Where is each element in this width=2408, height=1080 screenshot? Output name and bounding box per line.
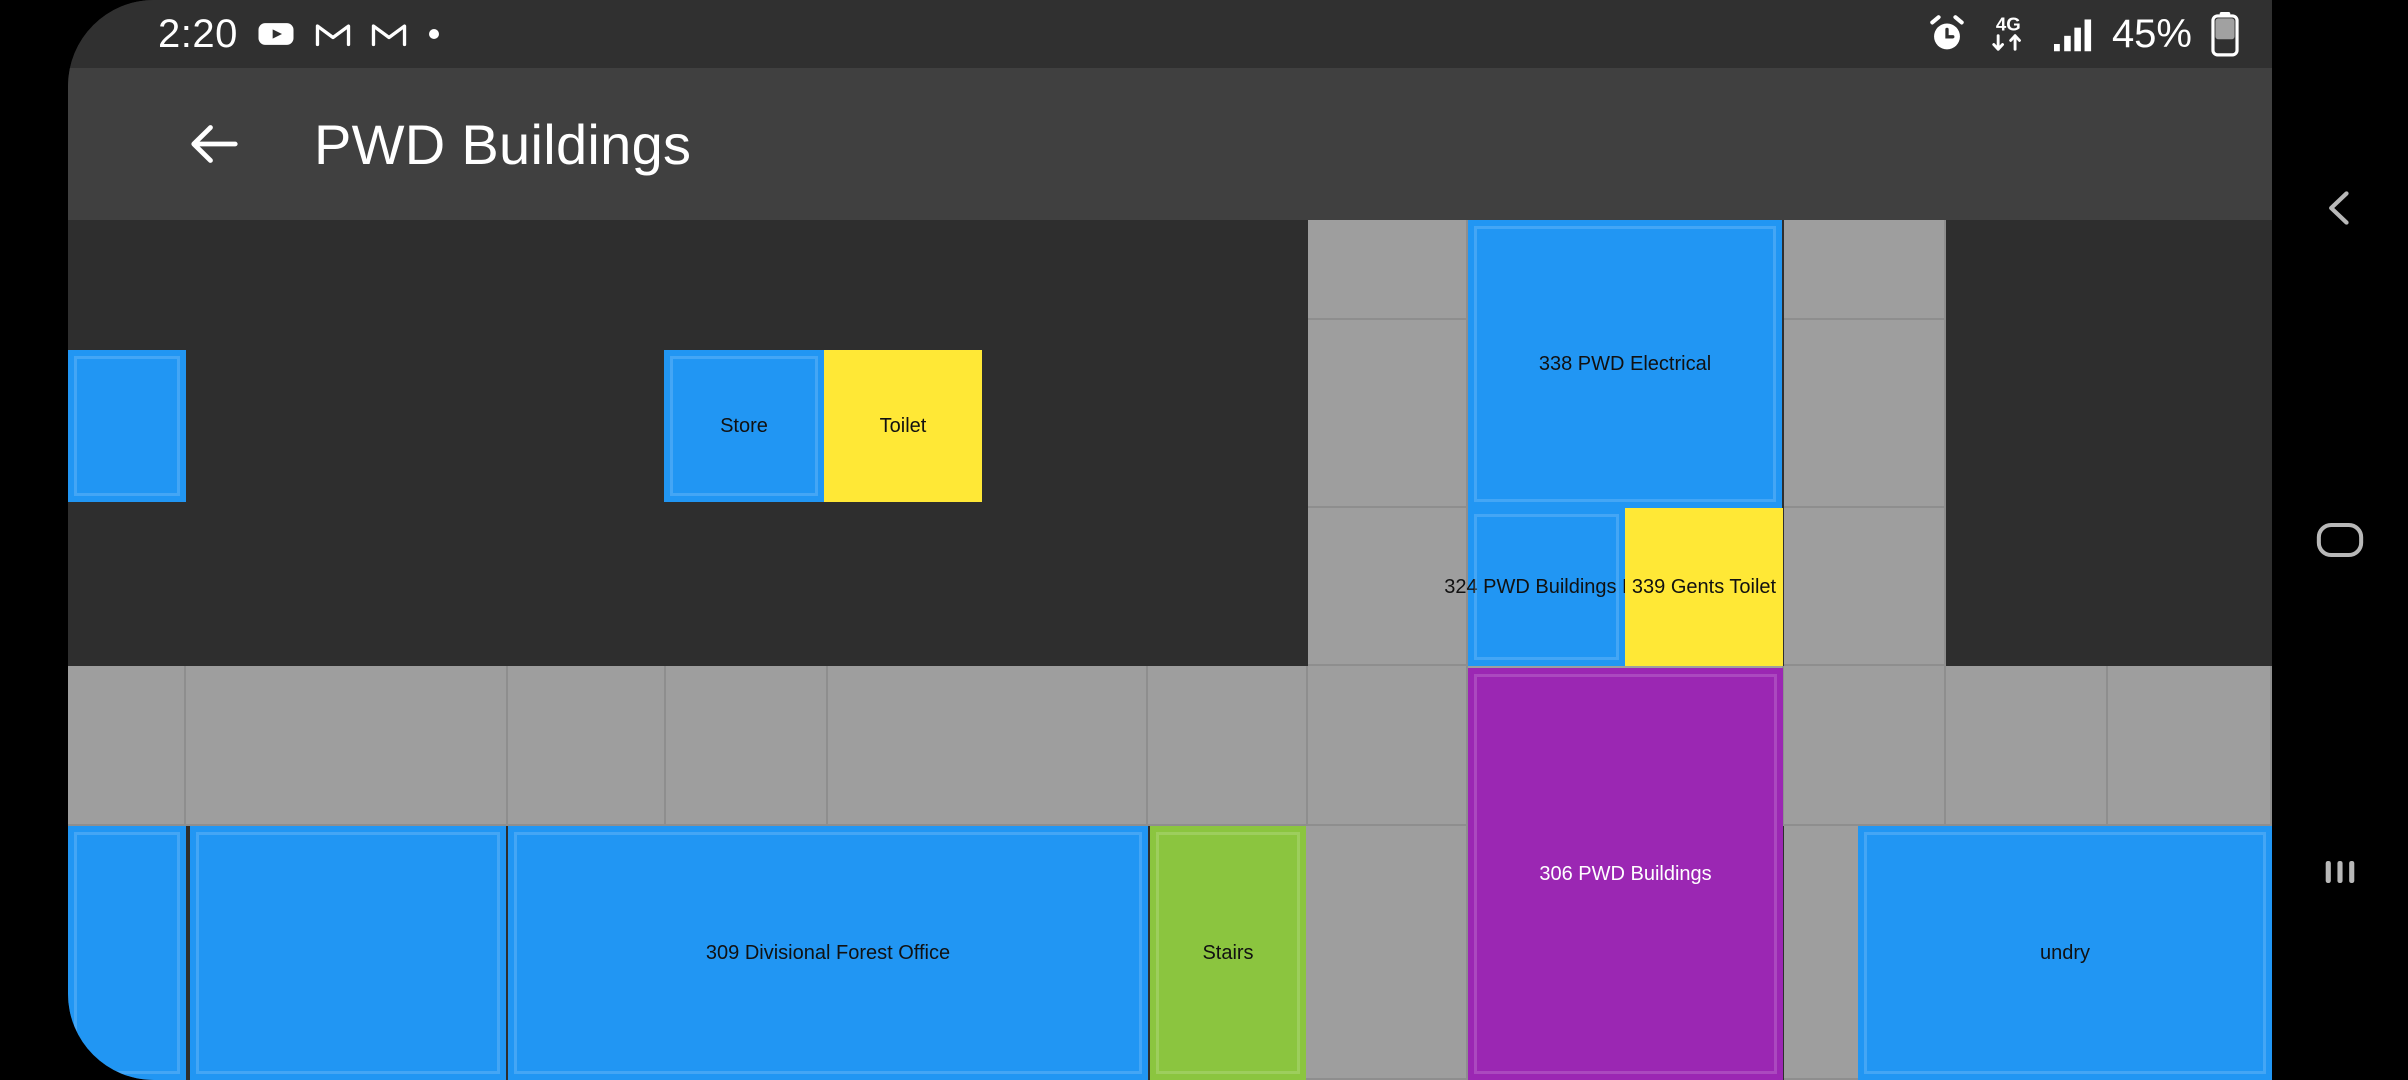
room-label: 339 Gents Toilet	[1631, 575, 1777, 598]
map-grid-cell	[828, 666, 1148, 826]
room-338-pwd-electrical[interactable]: 338 PWD Electrical	[1468, 220, 1782, 508]
map-grid-cell	[1308, 508, 1468, 666]
room-label: Store	[720, 414, 768, 437]
map-grid-cell	[1784, 826, 1860, 1080]
room-label: 309 Divisional Forest Office	[705, 941, 951, 964]
room-324-pwd-buildings-ee[interactable]: 324 PWD Buildings EE	[1444, 508, 1649, 666]
nav-home-icon	[2316, 522, 2364, 558]
nav-recents-button[interactable]	[2304, 836, 2376, 908]
room-block-bottom-2[interactable]	[190, 826, 506, 1080]
back-arrow-icon	[191, 125, 238, 163]
svg-text:4G: 4G	[1996, 14, 2021, 35]
map-grid-cell	[1308, 320, 1468, 508]
status-bar-right: 4G 45%	[1926, 11, 2242, 57]
room-toilet[interactable]: Toilet	[824, 350, 982, 502]
room-block-left-edge[interactable]	[68, 350, 186, 502]
nav-back-chevron-icon	[2329, 191, 2349, 225]
room-339-gents-toilet[interactable]: 339 Gents Toilet	[1625, 508, 1783, 666]
map-grid-cell	[2108, 666, 2272, 826]
youtube-icon	[258, 23, 294, 45]
network-type-4g-icon: 4G	[1992, 14, 2021, 51]
room-309-divisional-forest-office[interactable]: 309 Divisional Forest Office	[508, 826, 1148, 1080]
android-nav-bar	[2272, 0, 2408, 1080]
page-title: PWD Buildings	[314, 112, 692, 176]
map-grid-cell	[1784, 666, 1946, 826]
gmail-icon	[371, 24, 407, 47]
alarm-clock-icon	[1930, 15, 1964, 50]
battery-percentage: 45%	[2111, 11, 2192, 56]
map-grid-cell	[1946, 666, 2108, 826]
room-store[interactable]: Store	[664, 350, 824, 502]
map-grid-cell	[1784, 320, 1946, 508]
signal-bars-icon	[2053, 19, 2092, 52]
nav-home-button[interactable]	[2304, 504, 2376, 576]
app-bar: PWD Buildings	[68, 68, 2272, 220]
status-clock: 2:20	[158, 11, 238, 56]
dot-indicator-icon	[428, 29, 439, 39]
room-block-bottom-left[interactable]	[68, 826, 186, 1080]
room-label: Stairs	[1202, 941, 1254, 964]
battery-icon	[2211, 12, 2239, 57]
map-grid-cell	[1308, 666, 1468, 826]
nav-back-button[interactable]	[2304, 172, 2376, 244]
map-grid-cell	[1308, 220, 1468, 320]
map-grid-cell	[1784, 220, 1946, 320]
room-label: undry	[2039, 941, 2091, 964]
map-grid-cell	[1148, 666, 1308, 826]
back-button[interactable]	[176, 106, 252, 182]
room-306-pwd-buildings[interactable]: 306 PWD Buildings	[1468, 668, 1783, 1080]
room-label: Toilet	[879, 414, 927, 437]
device-screen: 2:20 4G 45% PWD Buildings Store Toilet 3…	[0, 0, 2408, 1080]
room-label: 338 PWD Electrical	[1538, 352, 1712, 375]
phone-viewport: 2:20 4G 45% PWD Buildings Store Toilet 3…	[68, 0, 2272, 1080]
floor-map-canvas[interactable]: Store Toilet 338 PWD Electrical 324 PWD Bui…	[68, 220, 2272, 1080]
map-grid-cell	[1306, 826, 1468, 1080]
map-grid-cell	[68, 666, 186, 826]
room-stairs[interactable]: Stairs	[1150, 826, 1306, 1080]
map-grid-cell	[508, 666, 666, 826]
map-grid-cell	[1784, 508, 1946, 666]
status-bar: 2:20 4G 45%	[68, 0, 2272, 68]
nav-recents-icon	[2325, 861, 2355, 883]
room-label: 324 PWD Buildings EE	[1444, 575, 1649, 598]
room-label: 306 PWD Buildings	[1539, 862, 1712, 885]
room-laundry[interactable]: undry	[1858, 826, 2272, 1080]
status-bar-left: 2:20	[158, 12, 442, 57]
map-grid-cell	[186, 666, 508, 826]
gmail-icon	[315, 24, 351, 47]
map-grid-cell	[666, 666, 828, 826]
